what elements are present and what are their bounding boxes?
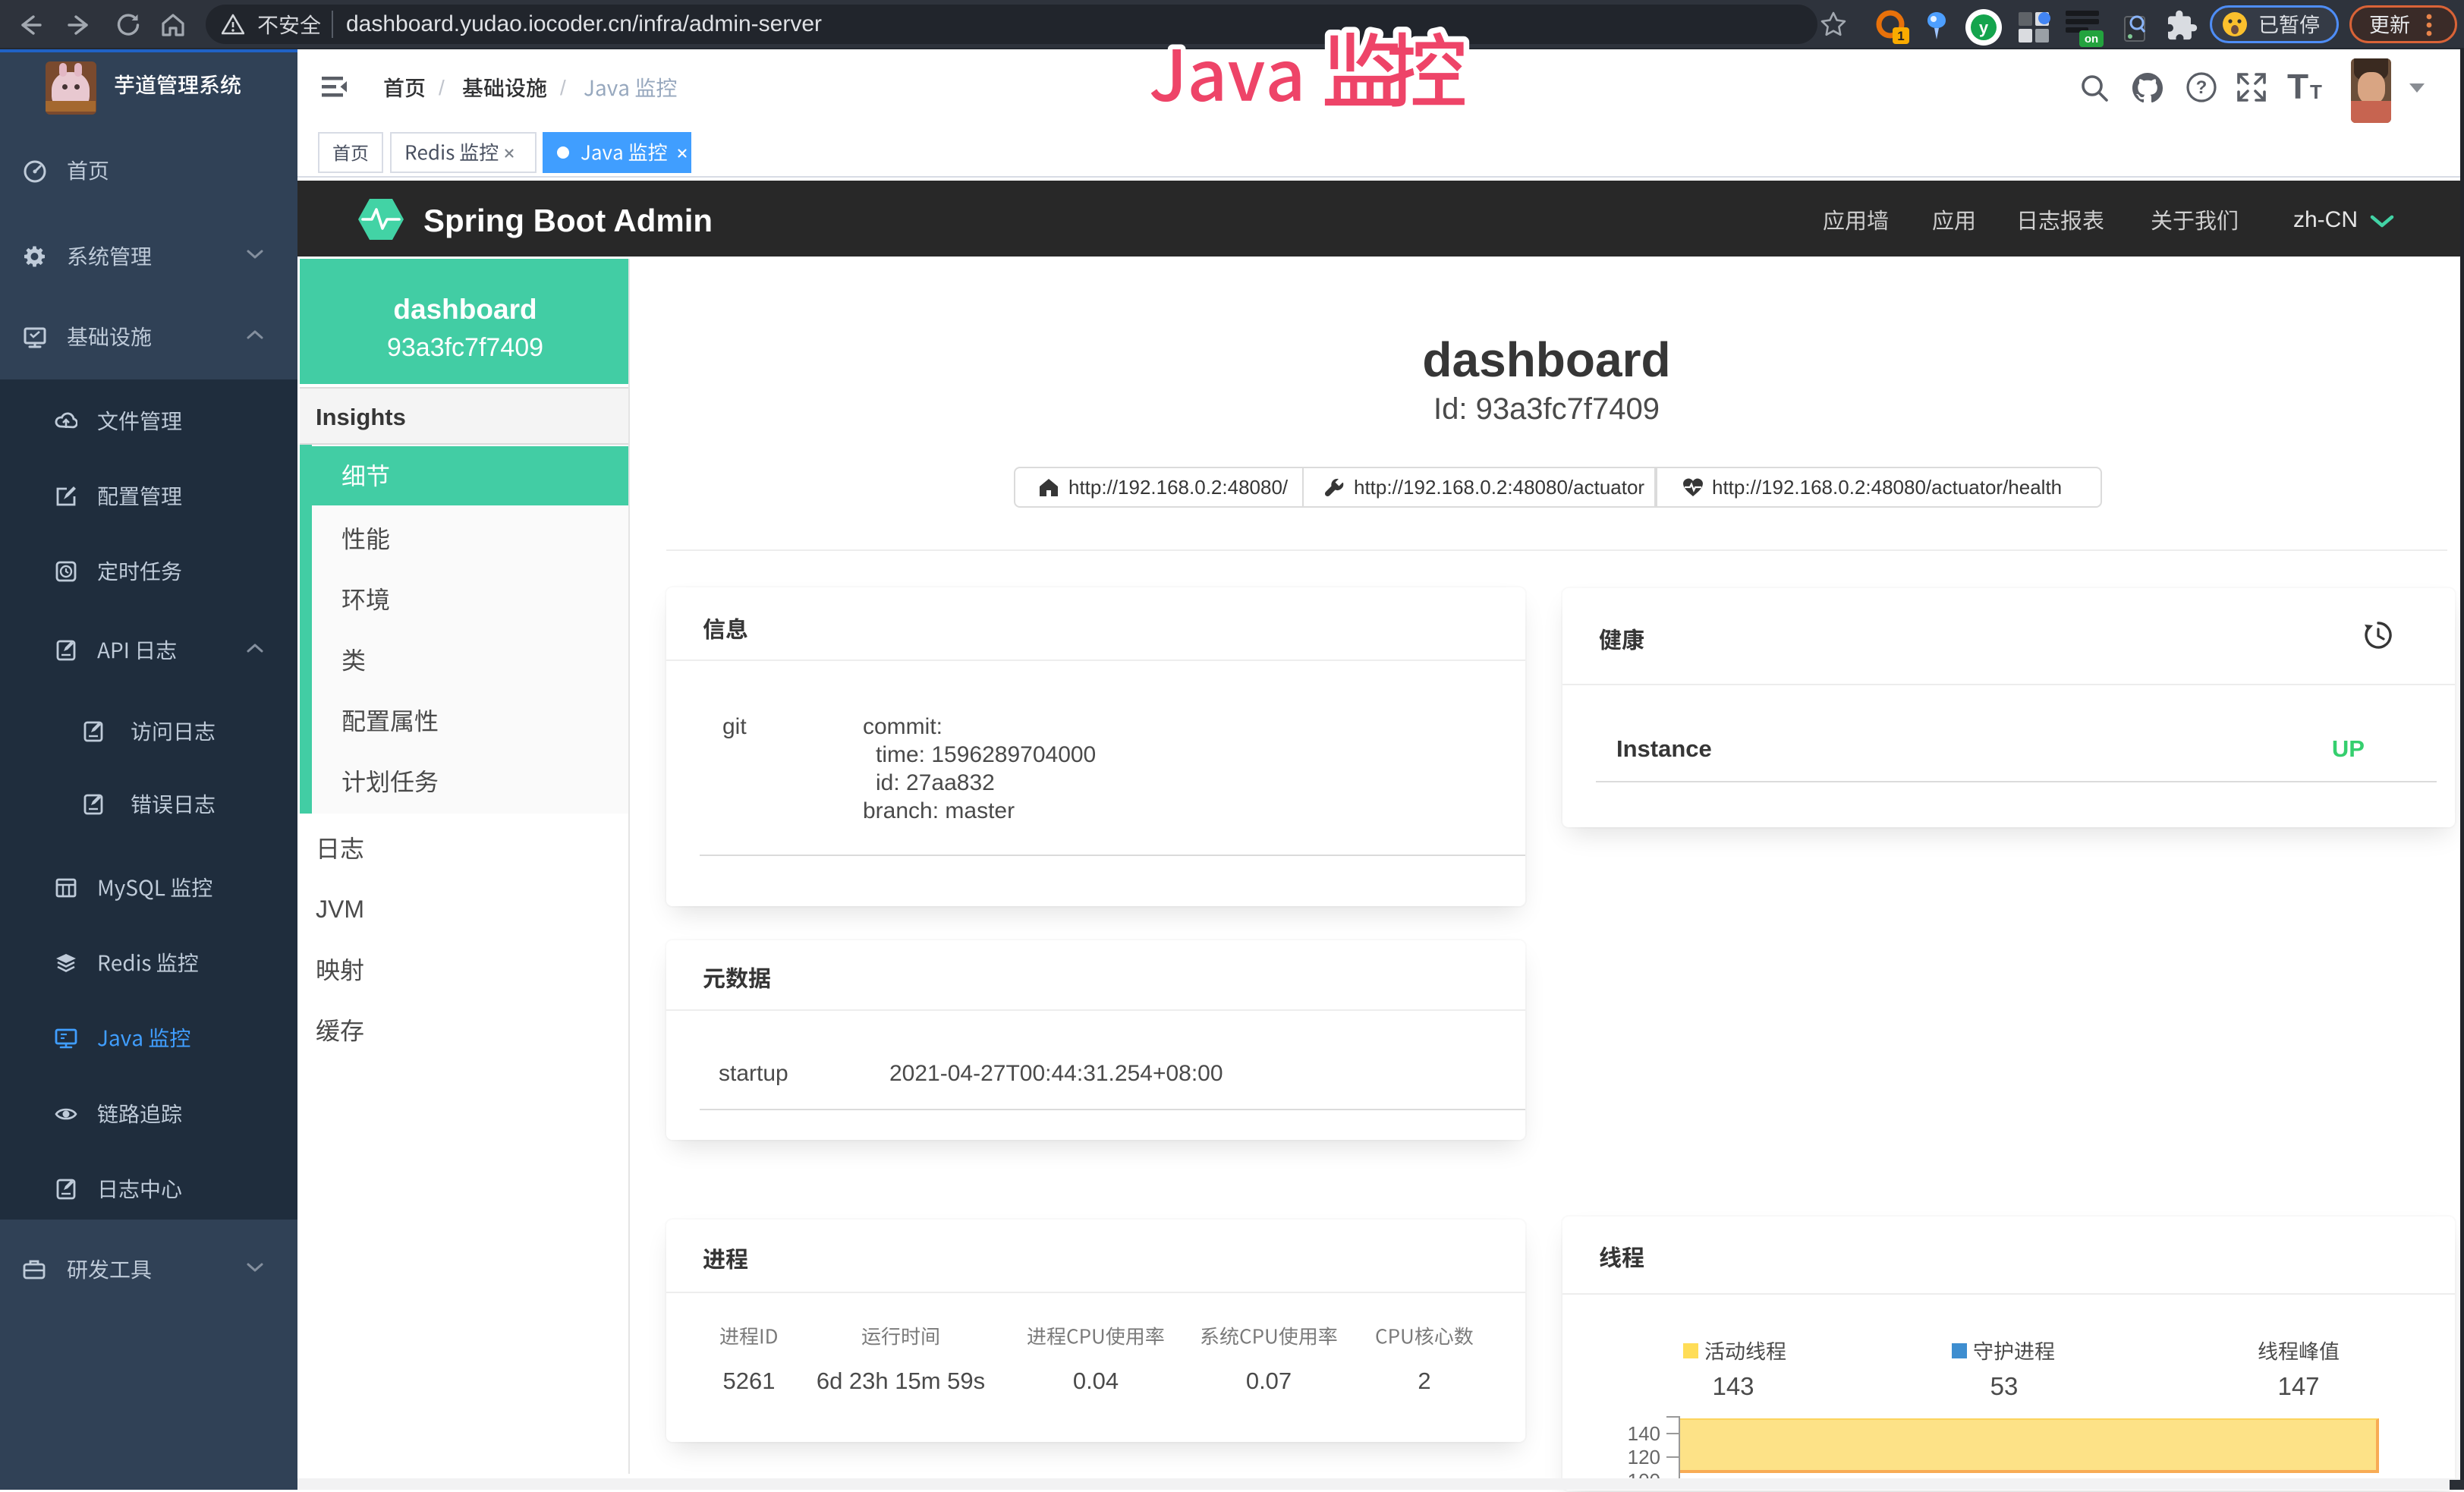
svg-text:1: 1 xyxy=(1897,29,1904,43)
svg-text:on: on xyxy=(2085,33,2098,46)
svg-text:y: y xyxy=(1979,18,1989,37)
svg-text:T: T xyxy=(2310,80,2322,103)
svg-text:T: T xyxy=(2287,70,2308,105)
svg-text:?: ? xyxy=(2196,77,2208,98)
